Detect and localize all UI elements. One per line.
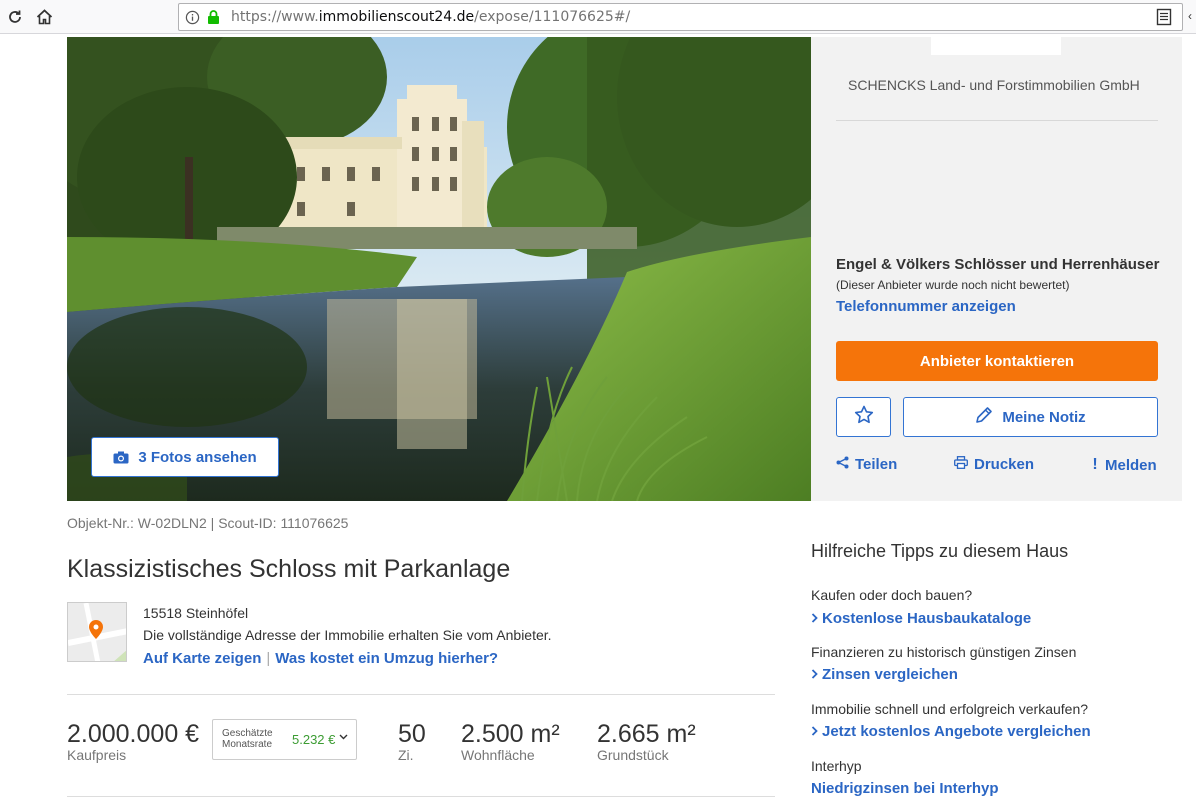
tips-heading: Hilfreiche Tipps zu diesem Haus — [811, 541, 1069, 561]
postal-city: 15518 Steinhöfel — [143, 605, 249, 621]
share-icon — [836, 456, 849, 473]
reload-icon[interactable] — [4, 6, 26, 28]
share-label: Teilen — [855, 456, 898, 473]
living-area-label: Wohnfläche — [461, 747, 535, 763]
monthly-rate-dropdown[interactable]: Geschätzte Monatsrate 5.232 € — [212, 719, 357, 760]
my-note-button[interactable]: Meine Notiz — [903, 397, 1158, 437]
object-ids: Objekt-Nr.: W-02DLN2 | Scout-ID: 1110766… — [67, 515, 349, 531]
provider-name: Engel & Völkers Schlösser und Herrenhäus… — [836, 256, 1160, 273]
plot-area-value: 2.665 m² — [597, 720, 696, 748]
contact-provider-button[interactable]: Anbieter kontaktieren — [836, 341, 1158, 381]
show-on-map-link[interactable]: Auf Karte zeigen — [143, 650, 261, 667]
url-text[interactable]: https://www.immobilienscout24.de/expose/… — [231, 9, 630, 25]
tip-link-label: Kostenlose Hausbaukataloge — [822, 610, 1032, 627]
map-thumbnail[interactable] — [67, 602, 127, 662]
agency-name: SCHENCKS Land- und Forstimmobilien GmbH — [848, 77, 1140, 93]
print-link[interactable]: Drucken — [954, 456, 1034, 473]
link-separator: | — [266, 650, 271, 667]
price-value: 2.000.000 € — [67, 720, 200, 748]
show-phone-link[interactable]: Telefonnummer anzeigen — [836, 298, 1016, 315]
exclamation-icon: ! — [1092, 456, 1098, 473]
tip-link-interhyp[interactable]: Niedrigzinsen bei Interhyp — [811, 780, 999, 797]
monthly-rate-value: 5.232 € — [292, 732, 336, 747]
info-icon[interactable] — [185, 10, 200, 30]
tip-link-house-catalogs[interactable]: Kostenlose Hausbaukataloge — [811, 610, 1031, 627]
tip-text: Interhyp — [811, 758, 862, 774]
address-bar[interactable]: https://www.immobilienscout24.de/expose/… — [178, 3, 1183, 31]
chevron-right-icon — [811, 666, 818, 683]
tip-text: Kaufen oder doch bauen? — [811, 587, 973, 603]
content-divider-bottom — [67, 796, 775, 797]
rooms-value: 50 — [398, 720, 426, 748]
provider-rating-note: (Dieser Anbieter wurde noch nicht bewert… — [836, 278, 1070, 292]
url-path: /expose/111076625#/ — [474, 9, 631, 25]
star-icon — [854, 405, 874, 429]
address-links: Auf Karte zeigen | Was kostet ein Umzug hi… — [143, 650, 498, 667]
plot-area-label: Grundstück — [597, 747, 669, 763]
tip-link-compare-rates[interactable]: Zinsen vergleichen — [811, 666, 958, 683]
monthly-rate-label: Geschätzte Monatsrate — [222, 728, 273, 750]
chevron-right-icon — [811, 610, 818, 627]
panel-divider — [836, 120, 1158, 121]
pencil-icon — [975, 406, 993, 428]
url-domain: immobilienscout24.de — [318, 9, 475, 25]
home-icon[interactable] — [33, 6, 55, 28]
overflow-chevron-icon[interactable]: ‹ — [1188, 9, 1192, 23]
share-link[interactable]: Teilen — [836, 456, 897, 473]
living-area-value: 2.500 m² — [461, 720, 560, 748]
camera-icon — [113, 451, 129, 464]
print-label: Drucken — [974, 456, 1035, 473]
content-divider — [67, 694, 775, 695]
tip-link-label: Niedrigzinsen bei Interhyp — [811, 780, 999, 797]
moving-cost-link[interactable]: Was kostet ein Umzug hierher? — [275, 650, 498, 667]
tip-link-label: Zinsen vergleichen — [822, 666, 958, 683]
castle-pond-photo — [67, 37, 811, 501]
tip-text: Immobilie schnell und erfolgreich verkau… — [811, 701, 1089, 717]
tip-text: Finanzieren zu historisch günstigen Zins… — [811, 644, 1077, 660]
browser-toolbar: https://www.immobilienscout24.de/expose/… — [0, 0, 1196, 34]
rooms-label: Zi. — [398, 747, 414, 763]
chevron-right-icon — [811, 723, 818, 740]
tip-link-compare-offers[interactable]: Jetzt kostenlos Angebote vergleichen — [811, 723, 1091, 740]
favorite-button[interactable] — [836, 397, 891, 437]
chevron-down-icon — [339, 732, 348, 743]
address-note: Die vollständige Adresse der Immobilie e… — [143, 627, 552, 643]
price-label: Kaufpreis — [67, 747, 127, 763]
lock-icon — [207, 9, 220, 30]
tip-link-label: Jetzt kostenlos Angebote vergleichen — [822, 723, 1091, 740]
contact-panel: SCHENCKS Land- und Forstimmobilien GmbH … — [811, 37, 1182, 501]
view-photos-label: 3 Fotos ansehen — [138, 448, 257, 466]
url-prefix: https://www. — [231, 9, 319, 25]
property-photo[interactable]: 3 Fotos ansehen — [67, 37, 811, 501]
printer-icon — [954, 456, 968, 473]
my-note-label: Meine Notiz — [1002, 408, 1086, 426]
report-label: Melden — [1105, 456, 1157, 474]
agency-logo-area — [931, 37, 1061, 55]
listing-title: Klassizistisches Schloss mit Parkanlage — [67, 555, 511, 583]
report-link[interactable]: ! Melden — [1091, 456, 1157, 474]
reader-view-icon[interactable] — [1156, 8, 1172, 31]
view-photos-button[interactable]: 3 Fotos ansehen — [91, 437, 279, 477]
